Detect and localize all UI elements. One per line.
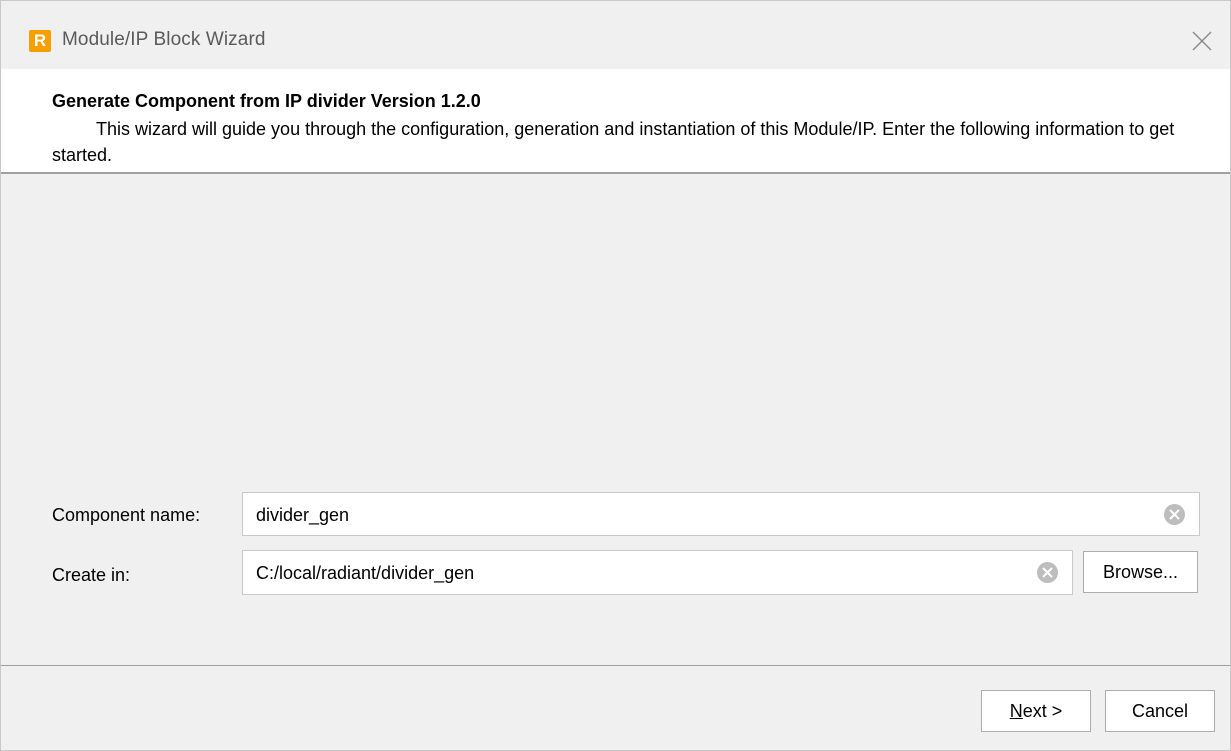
component-name-value: divider_gen xyxy=(256,505,350,525)
clear-component-name-icon[interactable] xyxy=(1164,504,1185,525)
footer-divider xyxy=(1,665,1230,666)
close-button[interactable] xyxy=(1184,23,1220,59)
close-icon xyxy=(1192,31,1212,51)
cancel-button[interactable]: Cancel xyxy=(1105,690,1215,732)
next-button[interactable]: Next > xyxy=(981,690,1091,732)
wizard-window: R Module/IP Block Wizard Generate Compon… xyxy=(0,0,1231,751)
window-title: Module/IP Block Wizard xyxy=(62,29,266,50)
browse-button[interactable]: Browse... xyxy=(1083,551,1198,593)
component-name-input[interactable]: divider_gen xyxy=(242,492,1200,536)
clear-create-in-icon[interactable] xyxy=(1037,562,1058,583)
title-bar[interactable]: R Module/IP Block Wizard xyxy=(1,1,1230,69)
wizard-header: Generate Component from IP divider Versi… xyxy=(1,69,1230,174)
create-in-value: C:/local/radiant/divider_gen xyxy=(256,563,475,583)
wizard-heading: Generate Component from IP divider Versi… xyxy=(52,91,481,111)
next-mnemonic: N xyxy=(1009,701,1023,721)
app-logo-icon: R xyxy=(29,30,51,52)
next-label: ext > xyxy=(1022,701,1063,721)
create-in-label: Create in: xyxy=(52,565,131,585)
wizard-description: This wizard will guide you through the c… xyxy=(52,119,1175,165)
component-name-label: Component name: xyxy=(52,505,201,525)
create-in-input[interactable]: C:/local/radiant/divider_gen xyxy=(242,550,1073,595)
